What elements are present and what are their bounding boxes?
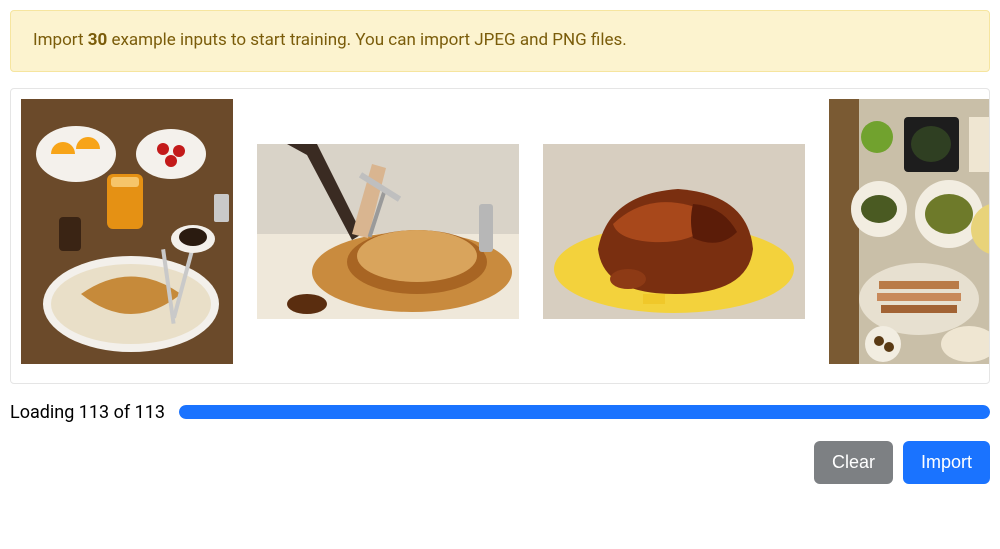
image-thumb[interactable] [257,144,519,319]
progress-fill [179,405,990,419]
loading-row: Loading 113 of 113 [10,402,990,423]
loading-label: Loading 113 of 113 [10,402,165,423]
info-banner-text: Import 30 example inputs to start traini… [33,30,627,50]
image-thumb[interactable] [21,99,233,364]
image-thumb[interactable] [543,144,805,319]
image-gallery-panel[interactable] [10,88,990,384]
banner-count: 30 [88,30,108,50]
import-button[interactable]: Import [903,441,990,484]
button-row: Clear Import [10,441,990,484]
info-banner: Import 30 example inputs to start traini… [10,10,990,72]
image-thumb[interactable] [829,99,990,364]
clear-button[interactable]: Clear [814,441,893,484]
banner-suffix: example inputs to start training. You ca… [107,30,627,50]
image-gallery [21,99,979,364]
banner-prefix: Import [33,30,88,50]
progress-bar [179,405,990,419]
